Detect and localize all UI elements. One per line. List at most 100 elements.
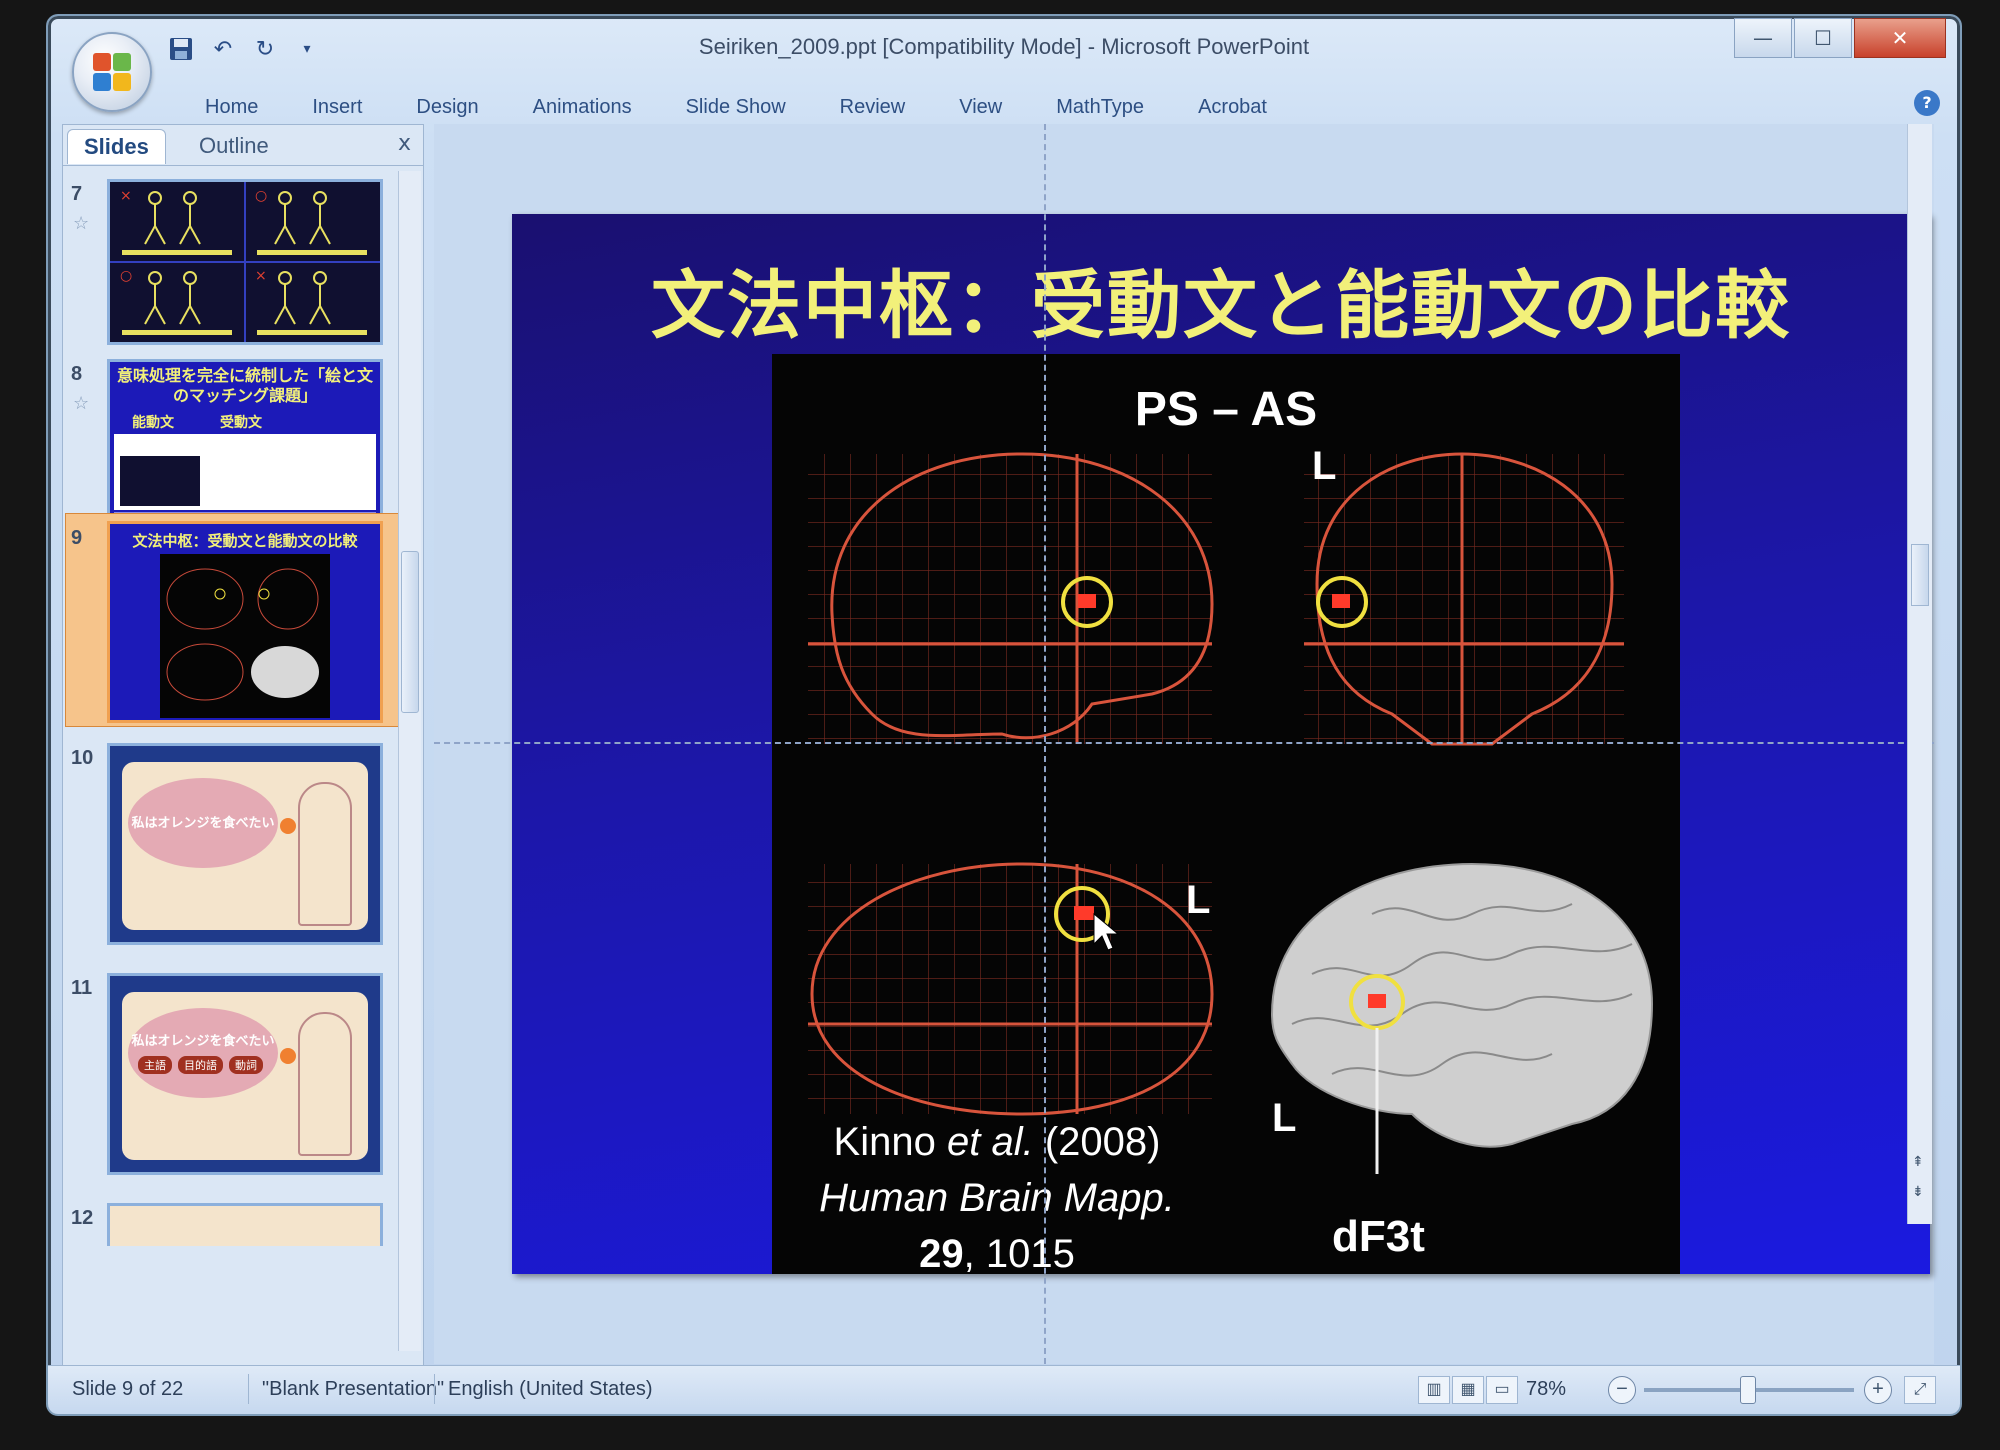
slide-edit-area: 文法中枢：受動文と能動文の比較 PS – AS L L L Kinno et a… — [434, 124, 1934, 1364]
office-button[interactable] — [72, 32, 152, 112]
tab-outline[interactable]: Outline — [183, 129, 285, 163]
ribbon-tab-home[interactable]: Home — [178, 90, 285, 125]
slide-show-icon[interactable]: ▭ — [1486, 1376, 1518, 1404]
status-divider — [248, 1374, 249, 1404]
thumbnail-card: 私はオレンジを食べたい — [122, 762, 368, 930]
citation-line1: Kinno et al. (2008) — [772, 1114, 1222, 1170]
title-bar: ↶ ↻ ▾ Seiriken_2009.ppt [Compatibility M… — [48, 16, 1960, 112]
thumbnail-title: 文法中枢：受動文と能動文の比較 — [132, 532, 358, 550]
tab-slides[interactable]: Slides — [67, 129, 166, 164]
thumbnail-col2: 受動文 — [220, 415, 262, 431]
citation-authors: Kinno — [833, 1120, 936, 1164]
slide-thumbnail[interactable]: 文法中枢：受動文と能動文の比較 — [107, 521, 383, 723]
pane-tabs: Slides Outline x — [63, 125, 423, 166]
window-controls: — ☐ ✕ — [1734, 18, 1946, 58]
svg-text:×: × — [120, 188, 132, 204]
citation-journal: Human Brain Mapp. — [819, 1176, 1175, 1220]
fit-to-window-icon[interactable]: ⤢ — [1904, 1376, 1936, 1404]
window-title: Seiriken_2009.ppt [Compatibility Mode] -… — [698, 34, 1310, 59]
slide-sorter-icon[interactable]: ▦ — [1452, 1376, 1484, 1404]
citation-year: (2008) — [1044, 1120, 1161, 1164]
slide-counter: Slide 9 of 22 — [72, 1378, 184, 1400]
zoom-in-icon[interactable]: + — [1864, 1376, 1892, 1404]
chip-object: 目的語 — [178, 1056, 223, 1074]
vertical-guide[interactable] — [1044, 124, 1046, 1364]
thumbnails-scrollbar[interactable] — [398, 171, 421, 1351]
speech-bubble: 私はオレンジを食べたい — [128, 778, 278, 868]
thumbnail-image — [120, 456, 200, 506]
close-pane-icon[interactable]: x — [398, 131, 411, 156]
zoom-out-icon[interactable]: − — [1608, 1376, 1636, 1404]
fmri-figure[interactable]: PS – AS L L L Kinno et al. (2008) Human … — [772, 354, 1680, 1276]
girl-illustration-icon — [298, 1012, 352, 1156]
normal-view-icon[interactable]: ▥ — [1418, 1376, 1450, 1404]
slide-thumbnail[interactable]: 私はオレンジを食べたい 主語 目的語 動詞 — [107, 973, 383, 1175]
slide-thumbnail[interactable]: 私はオレンジを食べたい — [107, 743, 383, 945]
citation: Kinno et al. (2008) Human Brain Mapp. 29… — [772, 1114, 1222, 1282]
maximize-button[interactable]: ☐ — [1794, 18, 1852, 58]
orange-icon — [280, 818, 296, 834]
ribbon-tab-mathtype[interactable]: MathType — [1029, 90, 1171, 125]
slide-thumbnail[interactable]: × ○ ○ × — [107, 179, 383, 345]
status-divider — [434, 1374, 435, 1404]
chip-verb: 動詞 — [229, 1056, 263, 1074]
slide-scrollbar[interactable]: ⇞ ⇟ — [1907, 124, 1932, 1224]
slide-number: 12 — [71, 1207, 94, 1229]
thumbnail-brain-image — [166, 568, 319, 701]
citation-et-al: et al. — [946, 1120, 1034, 1164]
thumbnail-panel — [114, 434, 376, 510]
animation-star-icon: ☆ — [73, 393, 90, 414]
zoom-level[interactable]: 78% — [1526, 1378, 1566, 1401]
next-slide-icon[interactable]: ⇟ — [1912, 1184, 1924, 1200]
speech-bubble-text: 私はオレンジを食べたい — [131, 816, 275, 831]
help-icon[interactable]: ? — [1914, 90, 1940, 116]
minimize-button[interactable]: — — [1734, 18, 1792, 58]
speech-bubble: 私はオレンジを食べたい 主語 目的語 動詞 — [128, 1008, 278, 1098]
ribbon-tab-slide-show[interactable]: Slide Show — [659, 90, 813, 125]
ribbon-tab-review[interactable]: Review — [813, 90, 933, 125]
svg-text:×: × — [255, 268, 267, 284]
close-button[interactable]: ✕ — [1854, 18, 1946, 58]
language-indicator[interactable]: English (United States) — [448, 1378, 653, 1401]
previous-slide-icon[interactable]: ⇞ — [1912, 1154, 1924, 1170]
office-logo-icon — [93, 53, 131, 91]
ribbon-tab-acrobat[interactable]: Acrobat — [1171, 90, 1294, 125]
slide-thumbnail[interactable]: 意味処理を完全に統制した「絵と文のマッチング課題」 能動文 受動文 — [107, 359, 383, 533]
ribbon-tab-animations[interactable]: Animations — [506, 90, 659, 125]
orange-icon — [280, 1048, 296, 1064]
slides-pane: Slides Outline x 7 ☆ × ○ ○ × 8 ☆ 意味処理を完全… — [62, 124, 424, 1366]
slide-number: 8 — [71, 363, 83, 385]
thumbnail-card: 私はオレンジを食べたい 主語 目的語 動詞 — [122, 992, 368, 1160]
ribbon-tab-design[interactable]: Design — [389, 90, 505, 125]
current-slide[interactable]: 文法中枢：受動文と能動文の比較 PS – AS L L L Kinno et a… — [512, 214, 1930, 1276]
svg-text:○: ○ — [120, 268, 132, 284]
theme-name: "Blank Presentation" — [262, 1378, 445, 1400]
scrollbar-thumb[interactable] — [1911, 544, 1929, 606]
slide-number: 10 — [71, 747, 94, 769]
animation-star-icon: ☆ — [73, 213, 90, 234]
thumbnail-title: 意味処理を完全に統制した「絵と文のマッチング課題」 — [116, 366, 373, 405]
ribbon-tab-insert[interactable]: Insert — [285, 90, 389, 125]
stick-figures-image: × ○ ○ × — [110, 182, 380, 342]
status-bar: Slide 9 of 22 "Blank Presentation" Engli… — [48, 1365, 1960, 1414]
zoom-slider-handle[interactable] — [1740, 1376, 1756, 1404]
word-chips: 主語 目的語 動詞 — [138, 1056, 263, 1074]
powerpoint-window: ↶ ↻ ▾ Seiriken_2009.ppt [Compatibility M… — [46, 14, 1962, 1416]
slide-number: 11 — [71, 977, 93, 999]
thumbnail-col1: 能動文 — [132, 415, 174, 431]
horizontal-guide[interactable] — [434, 742, 1934, 744]
slide-thumbnail[interactable] — [107, 1203, 383, 1246]
speech-bubble-text: 私はオレンジを食べたい — [131, 1034, 275, 1049]
left-hemisphere-label: L — [1272, 1096, 1297, 1140]
ribbon-tab-view[interactable]: View — [932, 90, 1029, 125]
citation-page: , 1015 — [963, 1232, 1075, 1276]
svg-text:○: ○ — [255, 188, 267, 204]
slide-title[interactable]: 文法中枢：受動文と能動文の比較 — [512, 246, 1930, 353]
thumbnail-figure — [160, 554, 330, 718]
region-label: dF3t — [1332, 1212, 1425, 1261]
slide-number: 7 — [71, 183, 83, 205]
scrollbar-thumb[interactable] — [401, 551, 419, 713]
chip-subject: 主語 — [138, 1056, 172, 1074]
contrast-label: PS – AS — [1134, 383, 1318, 436]
left-hemisphere-label: L — [1312, 444, 1337, 488]
